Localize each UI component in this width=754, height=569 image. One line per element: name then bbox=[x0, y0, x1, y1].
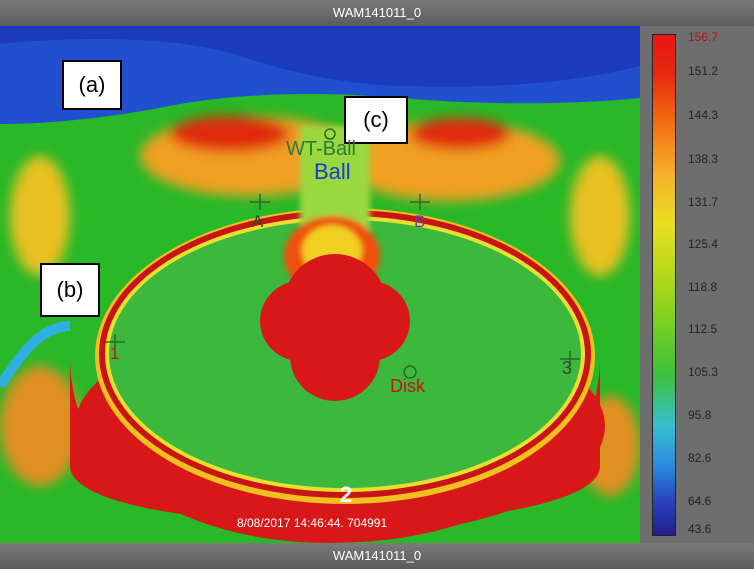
scale-min-label: 43.6 bbox=[688, 522, 712, 536]
wt-ball-marker-label: WT-Ball bbox=[286, 138, 356, 160]
marker-a-label: A bbox=[252, 212, 264, 231]
thermal-image: (a) (b) (c) WT-Ball Ball A B 1 2 3 Disk … bbox=[0, 26, 640, 543]
scale-tick: 64.6 bbox=[688, 494, 712, 508]
scale-tick: 151.2 bbox=[688, 64, 719, 78]
window-title-top: WAM141011_0 bbox=[0, 0, 754, 26]
marker-1-label: 1 bbox=[110, 344, 120, 363]
scale-tick: 118.8 bbox=[688, 280, 718, 294]
scale-tick: 95.8 bbox=[688, 408, 712, 422]
scale-tick: 138.3 bbox=[688, 152, 719, 166]
marker-2-label: 2 bbox=[340, 482, 353, 507]
panel-label-b: (b) bbox=[40, 263, 100, 317]
scale-max-label: 156.7 bbox=[688, 30, 719, 44]
marker-b-label: B bbox=[414, 212, 426, 231]
scale-tick: 112.5 bbox=[688, 322, 718, 336]
scale-tick: 131.7 bbox=[688, 195, 719, 209]
scale-tick: 105.3 bbox=[688, 365, 719, 379]
timestamp: 8/08/2017 14:46:44. 704991 bbox=[237, 516, 388, 530]
scale-tick: 144.3 bbox=[688, 108, 719, 122]
ball-marker-label: Ball bbox=[314, 159, 351, 184]
window-title-bottom: WAM141011_0 bbox=[0, 543, 754, 569]
marker-3-label: 3 bbox=[562, 358, 573, 378]
panel-label-a: (a) bbox=[62, 60, 122, 110]
scale-tick: 82.6 bbox=[688, 451, 712, 465]
temperature-scale: 156.7 151.2 144.3 138.3 131.7 125.4 118.… bbox=[640, 26, 754, 543]
scale-tick: 125.4 bbox=[688, 237, 719, 251]
panel-label-c: (c) bbox=[344, 96, 408, 144]
disk-marker-label: Disk bbox=[390, 376, 425, 396]
color-scale-bar bbox=[652, 34, 676, 536]
